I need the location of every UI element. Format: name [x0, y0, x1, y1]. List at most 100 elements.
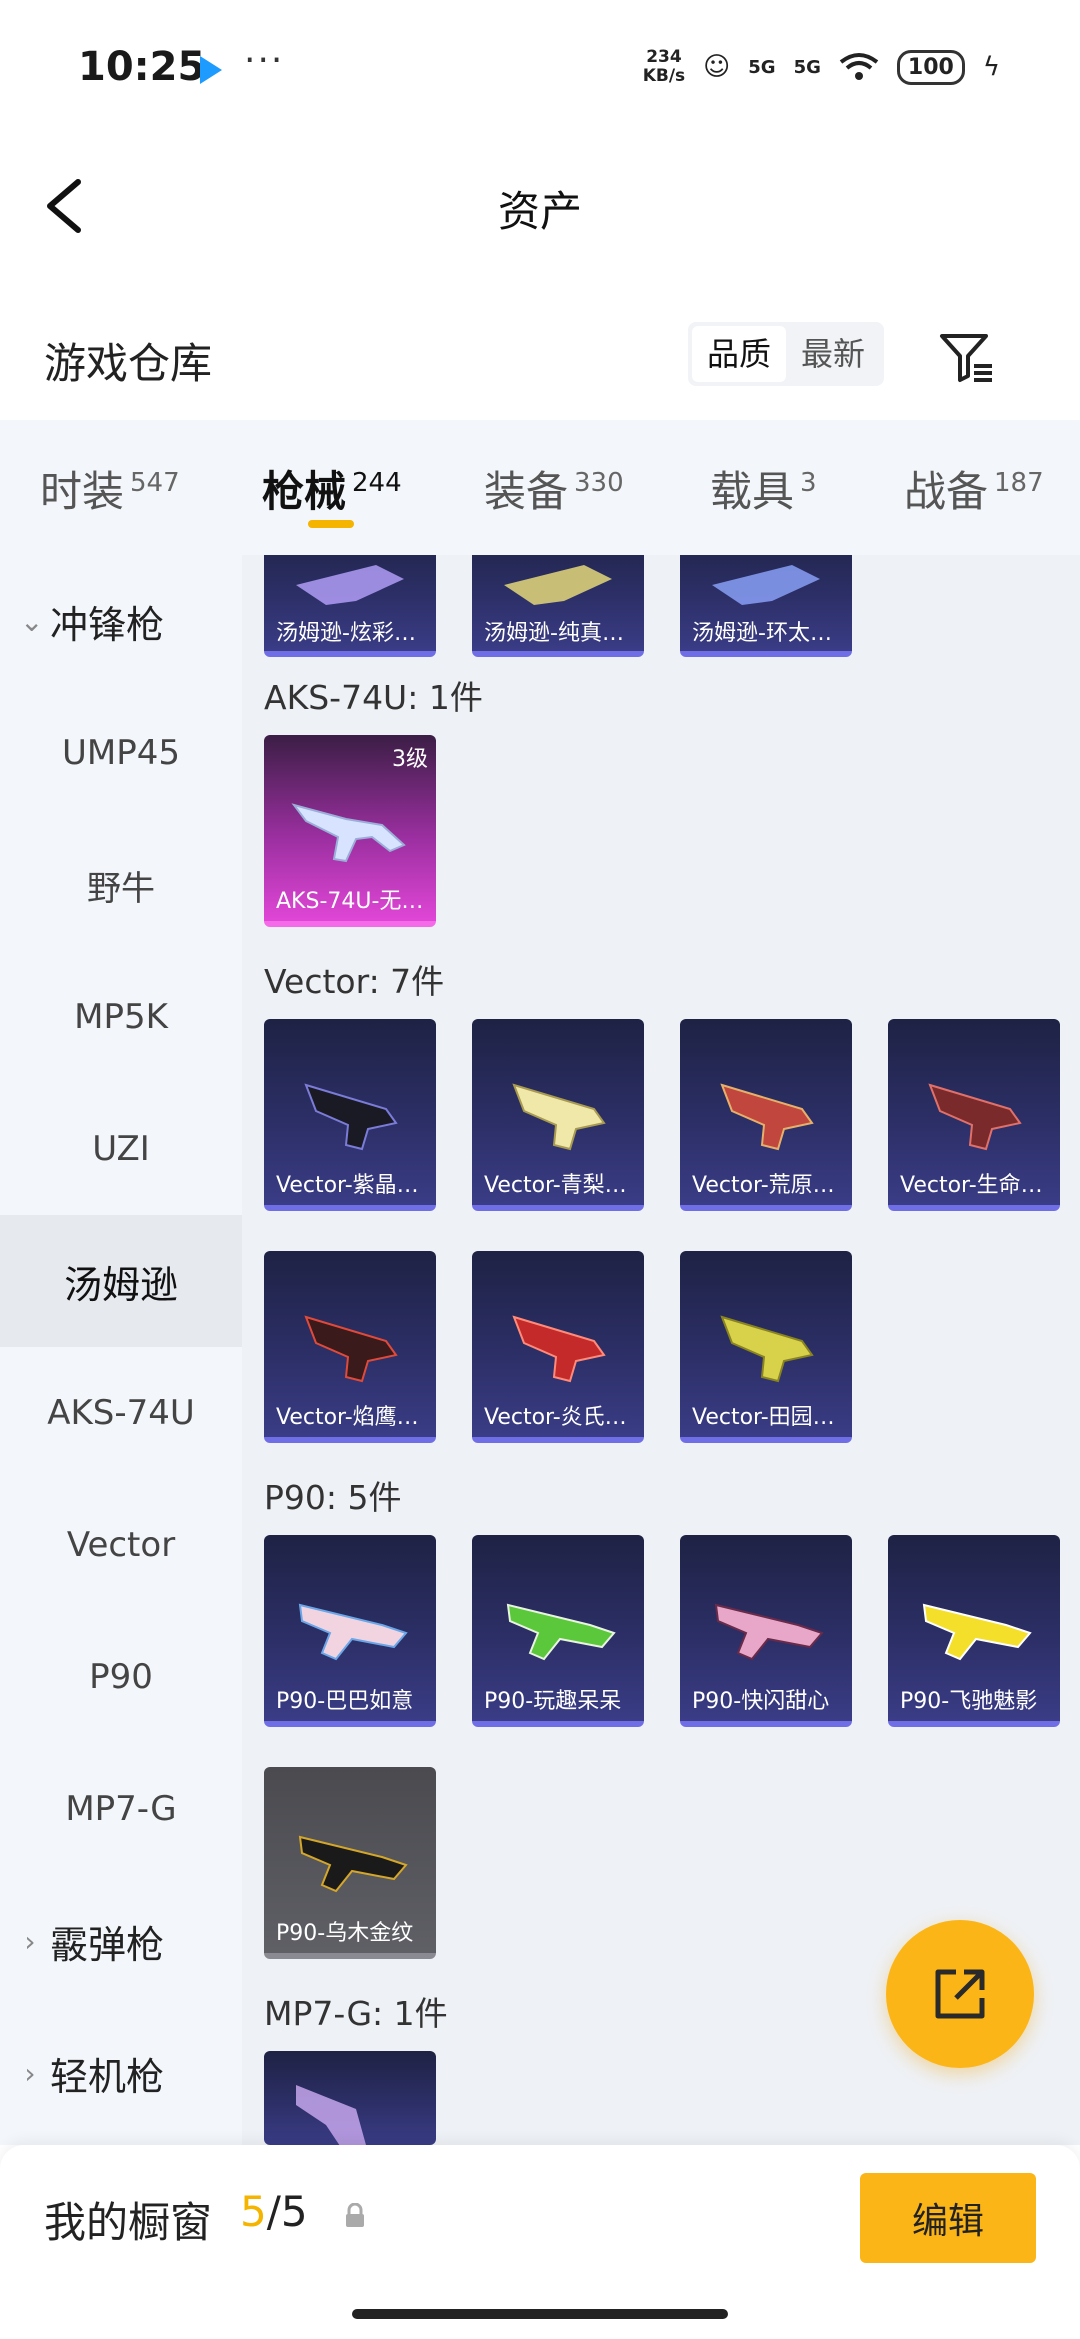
- sidebar-group-label: 霰弹枪: [50, 1922, 165, 1967]
- weapon-name: Vector-紫晶…: [276, 1173, 419, 1198]
- weapon-name: 汤姆逊-环太…: [692, 621, 832, 646]
- tab-label: 枪械: [262, 467, 347, 516]
- weapon-card[interactable]: P90-乌木金纹: [264, 1767, 436, 1959]
- weapon-card[interactable]: Vector-荒原…: [680, 1019, 852, 1211]
- edit-button[interactable]: 编辑: [860, 2173, 1036, 2263]
- weapon-card[interactable]: 汤姆逊-纯真…: [472, 555, 644, 657]
- showcase-separator: /: [266, 2187, 281, 2236]
- tab-supplies[interactable]: 战备 187: [904, 458, 1044, 519]
- weapon-image: [304, 1315, 398, 1383]
- sidebar-item-thompson[interactable]: 汤姆逊: [0, 1215, 242, 1347]
- lock-icon: [346, 2203, 364, 2227]
- tab-outfits[interactable]: 时装 547: [40, 458, 180, 519]
- weapon-name: Vector-焰鹰…: [276, 1405, 419, 1430]
- tab-count: 244: [352, 468, 402, 498]
- weapon-name: Vector-田园…: [692, 1405, 835, 1430]
- app-status-icon: ☺: [703, 52, 731, 82]
- tab-label: 载具: [710, 467, 795, 516]
- battery-icon: 100: [896, 49, 965, 85]
- sidebar-item-aks74u[interactable]: AKS-74U: [0, 1347, 242, 1479]
- weapon-card[interactable]: P90-快闪甜心: [680, 1535, 852, 1727]
- weapon-image: [720, 1315, 814, 1383]
- sort-option-quality[interactable]: 品质: [692, 326, 786, 382]
- speed-unit: KB/s: [642, 66, 686, 86]
- weapon-type-sidebar: ⌄ 冲锋枪 UMP45 野牛 MP5K UZI 汤姆逊 AKS-74U Vect…: [0, 555, 242, 2145]
- weapon-image: [922, 1603, 1032, 1661]
- weapon-card[interactable]: P90-玩趣呆呆: [472, 1535, 644, 1727]
- weapon-name: P90-飞驰魅影: [900, 1689, 1038, 1714]
- weapon-card[interactable]: Vector-田园…: [680, 1251, 852, 1443]
- weapon-card[interactable]: Vector-炎氏…: [472, 1251, 644, 1443]
- section-heading: Vector: 7件: [264, 962, 445, 1001]
- speed-value: 234: [646, 47, 682, 67]
- status-icons: 234 KB/s ☺ 5G 5G 100 ϟ: [643, 48, 1000, 86]
- showcase-current: 5: [240, 2187, 267, 2236]
- tab-count: 547: [130, 468, 180, 498]
- weapon-card[interactable]: Vector-生命…: [888, 1019, 1060, 1211]
- weapon-grid: 汤姆逊-炫彩… 汤姆逊-纯真… 汤姆逊-环太… AKS-74U: 1件 3级 A…: [242, 555, 1080, 2145]
- weapon-image: [304, 1083, 398, 1151]
- showcase-total: 5: [280, 2187, 308, 2236]
- weapon-image: [928, 1083, 1022, 1151]
- weapon-image: [720, 1083, 814, 1151]
- tab-equipment[interactable]: 装备 330: [484, 458, 624, 519]
- sidebar-group-label: 冲锋枪: [50, 602, 165, 647]
- tab-count: 3: [800, 468, 817, 498]
- page-title: 资产: [497, 187, 582, 236]
- category-tabs: 时装 547 枪械 244 装备 330 载具 3 战备 187: [0, 420, 1080, 555]
- sort-option-newest[interactable]: 最新: [786, 326, 880, 382]
- weapon-image: [296, 2085, 366, 2145]
- filter-icon[interactable]: [938, 330, 994, 384]
- weapon-card[interactable]: Vector-青梨…: [472, 1019, 644, 1211]
- tab-count: 187: [994, 468, 1044, 498]
- tab-firearms[interactable]: 枪械 244: [262, 458, 402, 519]
- active-tab-indicator: [308, 520, 354, 528]
- section-title: 游戏仓库: [44, 339, 213, 388]
- network-speed: 234 KB/s: [643, 48, 685, 86]
- sidebar-group-lmg[interactable]: › 轻机枪: [0, 2007, 242, 2139]
- sidebar-group-smg[interactable]: ⌄ 冲锋枪: [0, 555, 242, 687]
- charging-icon: ϟ: [982, 52, 1000, 82]
- weapon-name: P90-乌木金纹: [276, 1921, 414, 1946]
- weapon-name: Vector-青梨…: [484, 1173, 627, 1198]
- weapon-image: [298, 1835, 408, 1893]
- sidebar-item-mp7g[interactable]: MP7-G: [0, 1743, 242, 1875]
- weapon-name: AKS-74U-无…: [276, 889, 424, 914]
- sidebar-item-uzi[interactable]: UZI: [0, 1083, 242, 1215]
- app-notification-icon: [200, 56, 222, 84]
- status-bar: 10:25 ··· 234 KB/s ☺ 5G 5G 100 ϟ: [0, 0, 1080, 140]
- weapon-name: P90-玩趣呆呆: [484, 1689, 622, 1714]
- weapon-card[interactable]: 3级 AKS-74U-无…: [264, 735, 436, 927]
- weapon-image: [512, 1315, 606, 1383]
- weapon-card[interactable]: 汤姆逊-环太…: [680, 555, 852, 657]
- weapon-card[interactable]: P90-飞驰魅影: [888, 1535, 1060, 1727]
- weapon-card[interactable]: P90-巴巴如意: [264, 1535, 436, 1727]
- home-indicator[interactable]: [352, 2309, 728, 2319]
- weapon-card[interactable]: Vector-紫晶…: [264, 1019, 436, 1211]
- sidebar-group-shotgun[interactable]: › 霰弹枪: [0, 1875, 242, 2007]
- share-button[interactable]: [886, 1920, 1034, 2068]
- sort-toggle: 品质 最新: [688, 322, 884, 386]
- weapon-name: 汤姆逊-炫彩…: [276, 621, 416, 646]
- weapon-card[interactable]: Vector-焰鹰…: [264, 1251, 436, 1443]
- sidebar-group-label: 轻机枪: [50, 2054, 165, 2099]
- weapon-name: P90-巴巴如意: [276, 1689, 414, 1714]
- weapon-name: 汤姆逊-纯真…: [484, 621, 624, 646]
- chevron-right-icon: ›: [24, 2056, 36, 2090]
- weapon-image: [291, 803, 406, 863]
- weapon-card[interactable]: 汤姆逊-炫彩…: [264, 555, 436, 657]
- section-heading: AKS-74U: 1件: [264, 678, 483, 717]
- warehouse-header: 游戏仓库 品质 最新: [0, 290, 1080, 420]
- tab-count: 330: [574, 468, 624, 498]
- tab-vehicles[interactable]: 载具 3: [710, 458, 817, 519]
- weapon-card[interactable]: [264, 2051, 436, 2145]
- sidebar-item-mp5k[interactable]: MP5K: [0, 951, 242, 1083]
- sidebar-item-bizon[interactable]: 野牛: [0, 819, 242, 951]
- sidebar-item-vector[interactable]: Vector: [0, 1479, 242, 1611]
- weapon-name: Vector-生命…: [900, 1173, 1043, 1198]
- more-notifications-icon: ···: [244, 40, 285, 81]
- sidebar-item-p90[interactable]: P90: [0, 1611, 242, 1743]
- sidebar-item-ump45[interactable]: UMP45: [0, 687, 242, 819]
- showcase-label: 我的橱窗: [44, 2198, 213, 2247]
- status-time: 10:25: [78, 44, 206, 90]
